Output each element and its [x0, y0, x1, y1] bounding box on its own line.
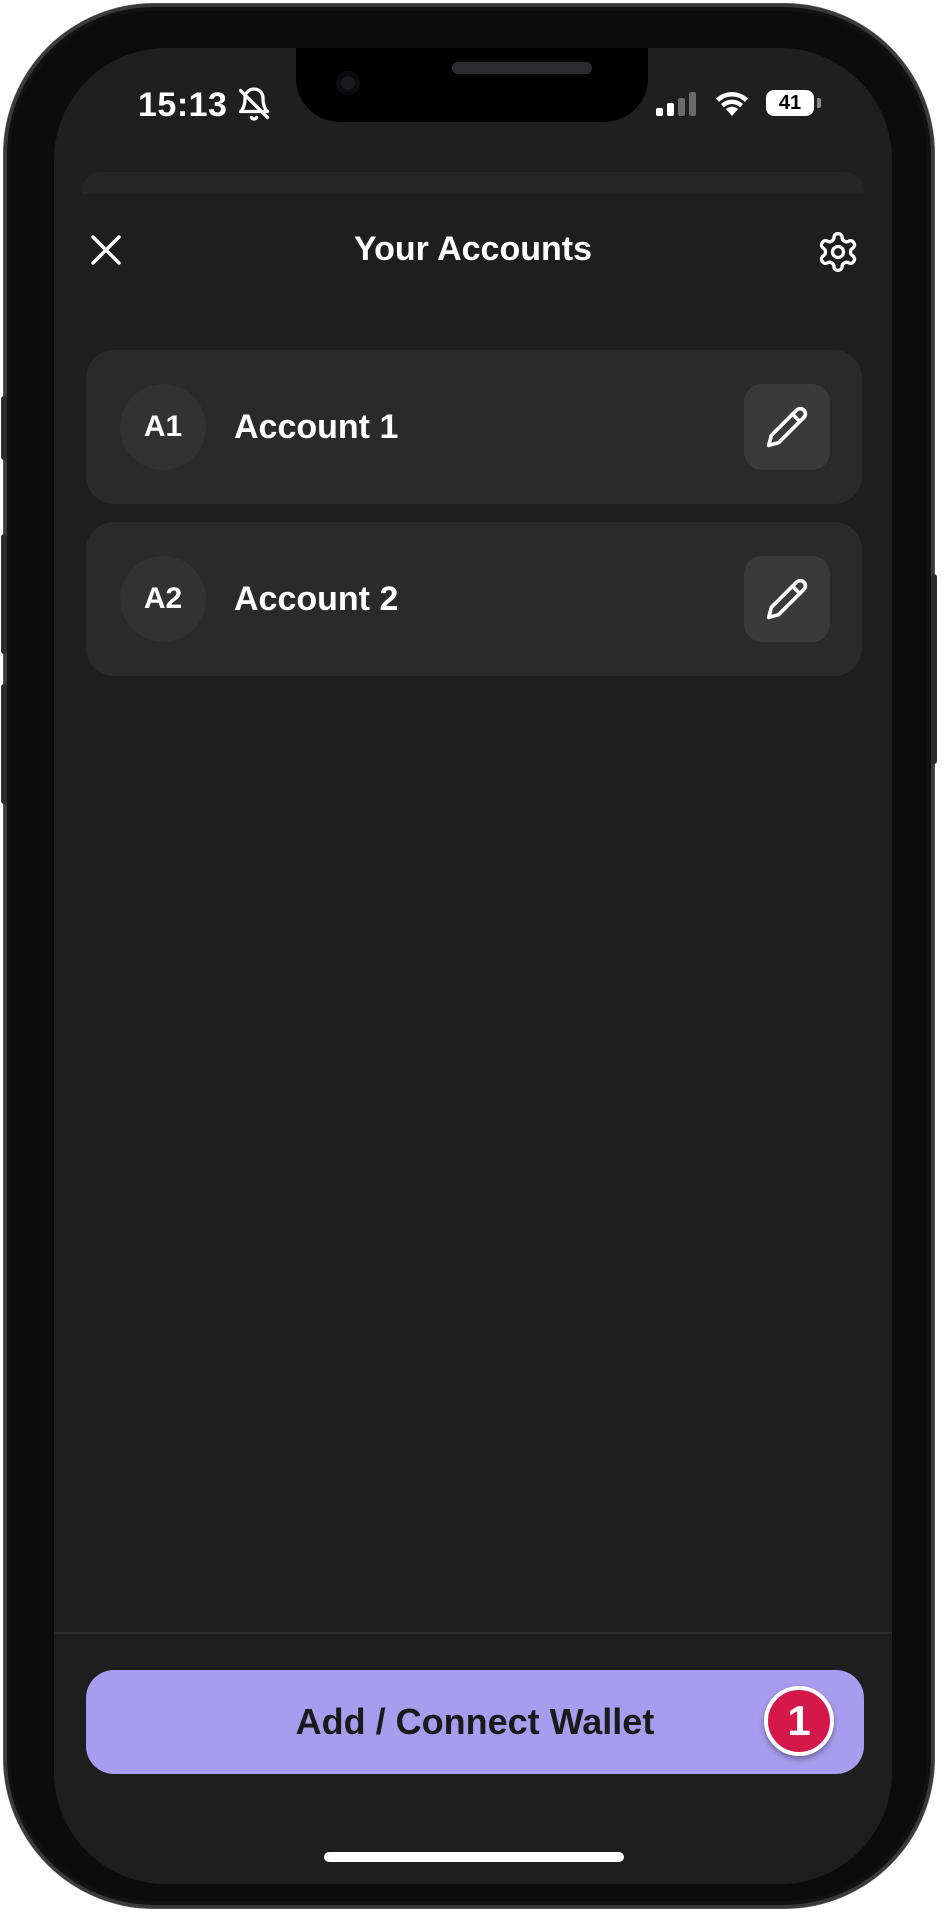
battery-tip — [817, 98, 821, 108]
speaker-grille — [452, 62, 592, 74]
footer-divider — [54, 1632, 892, 1634]
avatar: A1 — [120, 384, 206, 470]
account-card[interactable]: A1 Account 1 — [86, 350, 862, 504]
mute-switch — [1, 396, 7, 460]
battery-indicator: 41 — [766, 90, 814, 116]
account-card[interactable]: A2 Account 2 — [86, 522, 862, 676]
step-badge: 1 — [764, 1686, 834, 1756]
account-name: Account 2 — [234, 580, 399, 618]
status-time: 15:13 — [138, 86, 228, 124]
edit-account-button[interactable] — [744, 556, 830, 642]
wifi-icon — [714, 90, 750, 123]
pencil-icon — [766, 406, 808, 448]
front-camera — [336, 71, 360, 95]
power-button — [931, 574, 937, 764]
add-connect-wallet-button[interactable]: Add / Connect Wallet — [86, 1670, 864, 1774]
avatar: A2 — [120, 556, 206, 642]
volume-up-button — [1, 534, 7, 654]
phone-frame: 15:13 41 Your Accounts A1 Account 1 A2 A… — [1, 4, 937, 1908]
volume-down-button — [1, 684, 7, 804]
gear-icon[interactable] — [816, 230, 860, 274]
account-name: Account 1 — [234, 408, 399, 446]
home-indicator[interactable] — [324, 1852, 624, 1862]
bell-slash-icon — [236, 86, 272, 127]
signal-icon — [656, 92, 698, 121]
screen: 15:13 41 Your Accounts A1 Account 1 A2 A… — [54, 48, 892, 1884]
page-title: Your Accounts — [353, 230, 593, 268]
pencil-icon — [766, 578, 808, 620]
edit-account-button[interactable] — [744, 384, 830, 470]
